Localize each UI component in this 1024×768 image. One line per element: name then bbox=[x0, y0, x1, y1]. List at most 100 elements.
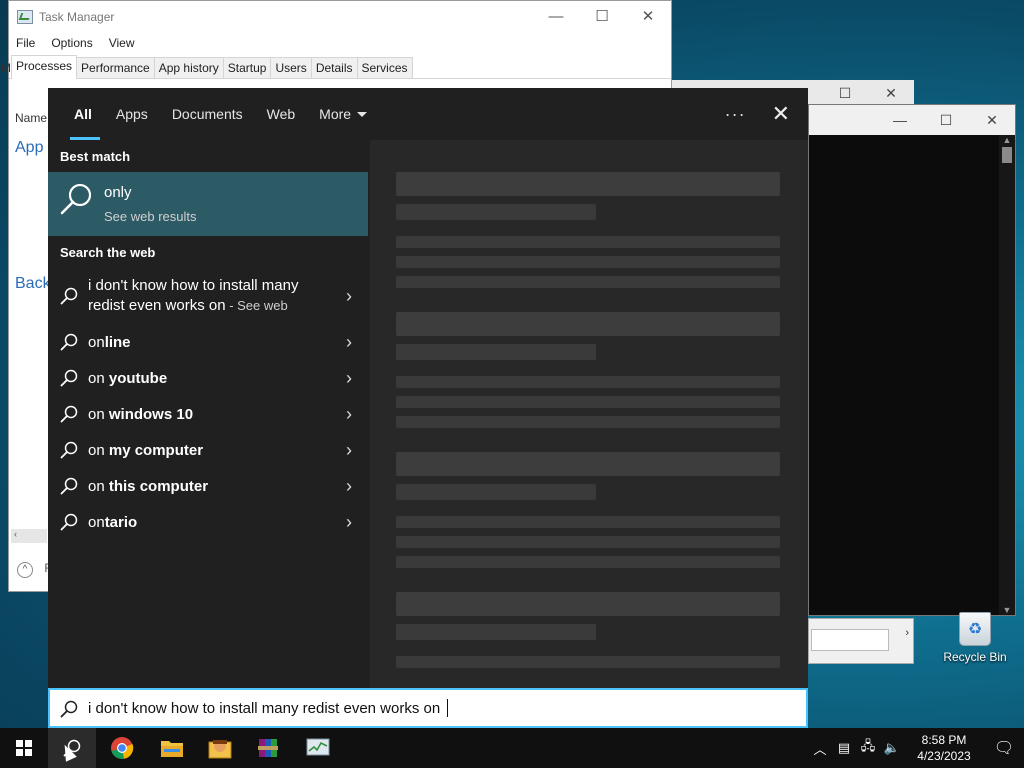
taskbar-winrar[interactable] bbox=[244, 728, 292, 768]
text-caret bbox=[447, 699, 449, 717]
network-icon[interactable]: 🖧 bbox=[856, 737, 880, 759]
search-icon bbox=[60, 333, 78, 351]
search-filter-tabs: All Apps Documents Web More ··· ✕ bbox=[48, 88, 808, 140]
start-button[interactable] bbox=[0, 728, 48, 768]
notifications-icon[interactable]: 🗨 bbox=[984, 738, 1024, 758]
dialog-field[interactable] bbox=[811, 629, 889, 651]
chevron-up-icon[interactable]: ︿ bbox=[808, 739, 832, 758]
preview-pane-loading bbox=[370, 140, 808, 688]
background-group-header: Back bbox=[15, 275, 51, 292]
web-suggestion[interactable]: on youtube › bbox=[48, 360, 370, 396]
web-suggestion[interactable]: on my computer › bbox=[48, 432, 370, 468]
taskbar-app[interactable] bbox=[196, 728, 244, 768]
chevron-right-icon[interactable]: › bbox=[346, 476, 352, 497]
taskbar-file-explorer[interactable] bbox=[148, 728, 196, 768]
storage-icon[interactable]: ▤ bbox=[832, 740, 856, 756]
skeleton-line bbox=[396, 312, 780, 336]
suggestion-bold: my computer bbox=[108, 441, 204, 459]
search-icon bbox=[60, 405, 78, 423]
recycle-bin-icon bbox=[959, 612, 991, 646]
recycle-bin-label: Recycle Bin bbox=[943, 650, 1007, 664]
best-match-subtitle: See web results bbox=[104, 209, 197, 224]
suggestion-bold: this computer bbox=[108, 477, 209, 495]
suggestion-bold: line bbox=[104, 333, 131, 351]
name-column-header[interactable]: Name bbox=[15, 111, 51, 125]
apps-group-header: App bbox=[15, 139, 44, 156]
chevron-right-icon[interactable]: › bbox=[346, 332, 352, 353]
chevron-up-icon: ^ bbox=[17, 562, 33, 578]
suggestion-prefix: on bbox=[88, 477, 109, 495]
best-match-item[interactable]: only See web results bbox=[48, 172, 368, 236]
chevron-right-icon[interactable]: › bbox=[346, 368, 352, 389]
recycle-bin[interactable]: Recycle Bin bbox=[940, 612, 1010, 664]
tab-all[interactable]: All bbox=[70, 88, 100, 140]
search-icon bbox=[60, 287, 78, 305]
window-controls: — ☐ ✕ bbox=[533, 1, 671, 31]
tab-services[interactable]: Services bbox=[356, 57, 413, 78]
tab-performance[interactable]: Performance bbox=[76, 57, 155, 78]
tab-apps[interactable]: Apps bbox=[116, 88, 148, 140]
scroll-up-icon[interactable]: ▲ bbox=[999, 135, 1015, 145]
tab-documents[interactable]: Documents bbox=[172, 88, 243, 140]
taskbar-task-manager[interactable] bbox=[294, 728, 342, 768]
skeleton-line bbox=[396, 656, 780, 668]
menu-view[interactable]: View bbox=[109, 36, 135, 50]
tab-processes[interactable]: Processes bbox=[11, 55, 78, 79]
best-match-heading: Best match bbox=[60, 148, 131, 164]
maximize-icon[interactable]: ☐ bbox=[923, 107, 969, 133]
maximize-icon[interactable]: ☐ bbox=[579, 1, 625, 31]
skeleton-line bbox=[396, 556, 780, 568]
tab-users[interactable]: Users bbox=[270, 57, 312, 78]
skeleton-line bbox=[396, 256, 780, 268]
search-input[interactable]: i don't know how to install many redist … bbox=[48, 688, 808, 728]
taskbar-chrome[interactable] bbox=[98, 728, 146, 768]
close-icon[interactable]: ✕ bbox=[625, 1, 671, 31]
tab-startup[interactable]: Startup bbox=[222, 57, 272, 78]
close-icon[interactable]: ✕ bbox=[772, 101, 790, 127]
chevron-right-icon[interactable]: › bbox=[346, 440, 352, 461]
search-icon bbox=[60, 369, 78, 387]
results-list: Best match only See web results Search t… bbox=[48, 140, 370, 688]
task-manager-tabs: Processes Performance App history Startu… bbox=[9, 55, 671, 79]
search-icon bbox=[60, 513, 78, 531]
suggestion-bold: windows 10 bbox=[108, 405, 194, 423]
volume-icon[interactable]: 🔈 bbox=[880, 740, 904, 756]
console-scrollbar[interactable]: ▲ ▼ bbox=[999, 135, 1015, 615]
menu-options[interactable]: Options bbox=[51, 36, 92, 50]
horizontal-scrollbar[interactable]: ‹ bbox=[11, 529, 47, 543]
skeleton-line bbox=[396, 172, 780, 196]
skeleton-line bbox=[396, 204, 596, 220]
menu-file[interactable]: File bbox=[16, 36, 35, 50]
tab-web[interactable]: Web bbox=[267, 88, 296, 140]
web-suggestion[interactable]: i don't know how to install many redist … bbox=[48, 268, 370, 324]
skeleton-line bbox=[396, 516, 780, 528]
search-icon bbox=[60, 477, 78, 495]
web-suggestion[interactable]: online › bbox=[48, 324, 370, 360]
clock[interactable]: 8:58 PM 4/23/2023 bbox=[904, 732, 984, 764]
close-icon[interactable]: ✕ bbox=[969, 107, 1015, 133]
scroll-thumb[interactable] bbox=[1002, 147, 1012, 163]
chevron-right-icon[interactable]: › bbox=[905, 627, 909, 639]
search-query-text[interactable]: i don't know how to install many redist … bbox=[88, 700, 444, 717]
search-icon bbox=[60, 183, 92, 215]
web-suggestion[interactable]: ontario › bbox=[48, 504, 370, 540]
minimize-icon[interactable]: — bbox=[877, 107, 923, 133]
fewer-details-button[interactable]: ^ F bbox=[17, 561, 52, 578]
tab-details[interactable]: Details bbox=[310, 57, 358, 78]
app-icon bbox=[208, 740, 232, 759]
chevron-right-icon[interactable]: › bbox=[346, 404, 352, 425]
web-suggestion[interactable]: on this computer › bbox=[48, 468, 370, 504]
more-options-icon[interactable]: ··· bbox=[725, 104, 746, 125]
skeleton-line bbox=[396, 276, 780, 288]
task-manager-icon bbox=[17, 10, 33, 24]
close-icon[interactable]: ✕ bbox=[868, 80, 914, 106]
tab-app-history[interactable]: App history bbox=[153, 57, 224, 78]
chevron-right-icon[interactable]: › bbox=[346, 286, 352, 306]
chevron-right-icon[interactable]: › bbox=[346, 512, 352, 533]
tab-more[interactable]: More bbox=[319, 88, 368, 140]
clock-time: 8:58 PM bbox=[921, 733, 967, 747]
skeleton-line bbox=[396, 592, 780, 616]
minimize-icon[interactable]: — bbox=[533, 1, 579, 31]
web-suggestion[interactable]: on windows 10 › bbox=[48, 396, 370, 432]
maximize-icon[interactable]: ☐ bbox=[822, 80, 868, 106]
